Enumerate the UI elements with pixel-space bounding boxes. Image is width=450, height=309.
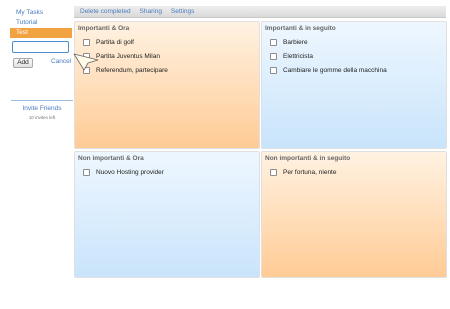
task-item[interactable]: Partita Juventus Milan bbox=[78, 49, 256, 63]
quadrant-title: Importanti & in seguito bbox=[265, 25, 336, 32]
task-item[interactable]: Referendum, partecipare bbox=[78, 63, 256, 77]
delete-completed-link[interactable]: Delete completed bbox=[80, 6, 131, 18]
quadrant-title: Non importanti & in seguito bbox=[265, 155, 351, 162]
quadrant-important-now: Importanti & Ora Partita di golf Partita… bbox=[74, 21, 260, 149]
quadrant-title: Non importanti & Ora bbox=[78, 155, 144, 162]
task-checkbox[interactable] bbox=[83, 168, 90, 176]
task-label[interactable]: Partita di golf bbox=[96, 39, 134, 46]
task-label[interactable]: Per fortuna, niente bbox=[283, 169, 336, 176]
quadrant-title: Importanti & Ora bbox=[78, 25, 130, 32]
task-item[interactable]: Per fortuna, niente bbox=[265, 165, 443, 179]
quadrant-not-important-now: Non importanti & Ora Nuovo Hosting provi… bbox=[74, 151, 260, 278]
task-label[interactable]: Referendum, partecipare bbox=[96, 67, 168, 74]
invite-friends-box: Invite Friends 10 invites left bbox=[11, 100, 73, 120]
task-label[interactable]: Cambiare le gomme della macchina bbox=[283, 67, 387, 74]
pointer-arrow-icon bbox=[73, 53, 99, 71]
sidebar: My Tasks Tutorial Test Add Cancel bbox=[10, 8, 72, 70]
task-item[interactable]: Barbiere bbox=[265, 35, 443, 49]
sharing-link[interactable]: Sharing bbox=[140, 6, 162, 18]
invite-friends-link[interactable]: Invite Friends bbox=[11, 105, 73, 112]
task-checkbox[interactable] bbox=[270, 52, 277, 60]
toolbar: Delete completed Sharing Settings bbox=[74, 6, 446, 18]
add-list-button[interactable]: Add bbox=[13, 58, 33, 68]
task-item[interactable]: Partita di golf bbox=[78, 35, 256, 49]
task-checkbox[interactable] bbox=[83, 38, 90, 46]
task-checkbox[interactable] bbox=[270, 168, 277, 176]
task-item[interactable]: Elettricista bbox=[265, 49, 443, 63]
sidebar-list-test[interactable]: Test bbox=[10, 28, 72, 38]
task-label[interactable]: Barbiere bbox=[283, 39, 308, 46]
quadrant-important-later: Importanti & in seguito Barbiere Elettri… bbox=[261, 21, 447, 149]
sidebar-list-tutorial[interactable]: Tutorial bbox=[10, 18, 72, 28]
new-list-actions: Add Cancel bbox=[10, 56, 72, 70]
task-checkbox[interactable] bbox=[270, 38, 277, 46]
task-checkbox[interactable] bbox=[270, 66, 277, 74]
settings-link[interactable]: Settings bbox=[171, 6, 195, 18]
task-item[interactable]: Cambiare le gomme della macchina bbox=[265, 63, 443, 77]
invites-left-count: 10 invites left bbox=[28, 115, 56, 120]
task-label[interactable]: Elettricista bbox=[283, 53, 313, 60]
task-label[interactable]: Partita Juventus Milan bbox=[96, 53, 160, 60]
cancel-link[interactable]: Cancel bbox=[51, 58, 71, 65]
new-list-input[interactable] bbox=[12, 41, 69, 53]
sidebar-list-my-tasks[interactable]: My Tasks bbox=[10, 8, 72, 18]
quadrant-not-important-later: Non importanti & in seguito Per fortuna,… bbox=[261, 151, 447, 278]
task-item[interactable]: Nuovo Hosting provider bbox=[78, 165, 256, 179]
task-label[interactable]: Nuovo Hosting provider bbox=[96, 169, 164, 176]
